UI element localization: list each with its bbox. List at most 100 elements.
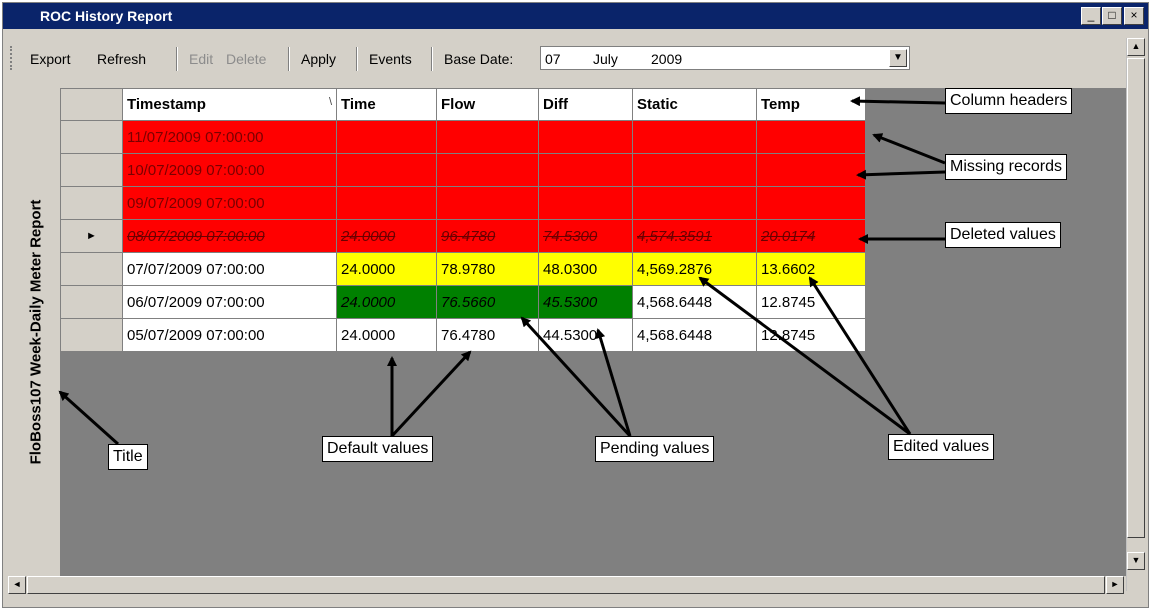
events-button[interactable]: Events xyxy=(369,51,412,67)
base-date-month: July xyxy=(593,51,618,67)
column-header-static[interactable]: Static xyxy=(632,88,757,121)
cell-static[interactable] xyxy=(632,120,757,154)
callout-title: Title xyxy=(108,444,148,470)
toolbar: Export Refresh Edit Delete Apply Events … xyxy=(8,40,1118,74)
row-header[interactable] xyxy=(60,252,123,286)
row-header-corner[interactable] xyxy=(60,88,123,121)
edit-button[interactable]: Edit xyxy=(189,51,213,67)
column-header-timestamp[interactable]: Timestamp \ xyxy=(122,88,337,121)
cell-timestamp[interactable]: 10/07/2009 07:00:00 xyxy=(122,153,337,187)
cell-diff[interactable] xyxy=(538,186,633,220)
cell-time[interactable]: 24.0000 xyxy=(336,252,437,286)
row-header[interactable] xyxy=(60,186,123,220)
cell-temp[interactable] xyxy=(756,186,866,220)
column-header-time[interactable]: Time xyxy=(336,88,437,121)
cell-timestamp[interactable]: 11/07/2009 07:00:00 xyxy=(122,120,337,154)
cell-flow[interactable]: 76.5660 xyxy=(436,285,539,319)
cell-diff[interactable]: 44.5300 xyxy=(538,318,633,352)
sort-icon: \ xyxy=(328,96,332,108)
cell-time[interactable]: 24.0000 xyxy=(336,219,437,253)
header-row: Timestamp \ Time Flow Diff Static Temp xyxy=(60,88,866,121)
cell-time[interactable] xyxy=(336,120,437,154)
base-date-label: Base Date: xyxy=(444,51,514,67)
horizontal-scroll-thumb[interactable] xyxy=(27,576,1105,594)
base-date-picker[interactable]: 07 July 2009 ▼ xyxy=(540,46,910,70)
table-row[interactable]: 05/07/2009 07:00:00 24.0000 76.4780 44.5… xyxy=(60,318,866,352)
cell-static[interactable]: 4,568.6448 xyxy=(632,318,757,352)
cell-time[interactable]: 24.0000 xyxy=(336,285,437,319)
cell-diff[interactable] xyxy=(538,120,633,154)
cell-static[interactable]: 4,569.2876 xyxy=(632,252,757,286)
cell-diff[interactable] xyxy=(538,153,633,187)
callout-edited-values: Edited values xyxy=(888,434,995,460)
column-header-label: Timestamp xyxy=(127,96,206,113)
row-header[interactable] xyxy=(60,153,123,187)
report-title: FloBoss107 Week-Daily Meter Report xyxy=(27,199,45,465)
cell-temp[interactable]: 13.6602 xyxy=(756,252,866,286)
cell-time[interactable]: 24.0000 xyxy=(336,318,437,352)
row-header[interactable] xyxy=(60,318,123,352)
scroll-right-icon[interactable]: ► xyxy=(1106,576,1124,594)
refresh-button[interactable]: Refresh xyxy=(97,51,146,67)
row-header[interactable]: ► xyxy=(60,219,123,253)
callout-default-values: Default values xyxy=(322,436,434,462)
base-date-day: 07 xyxy=(545,51,561,67)
scroll-left-icon[interactable]: ◄ xyxy=(8,576,26,594)
chevron-down-icon[interactable]: ▼ xyxy=(889,49,907,67)
column-header-diff[interactable]: Diff xyxy=(538,88,633,121)
cell-flow[interactable]: 96.4780 xyxy=(436,219,539,253)
callout-deleted-values: Deleted values xyxy=(945,222,1061,248)
cell-flow[interactable]: 78.9780 xyxy=(436,252,539,286)
column-header-flow[interactable]: Flow xyxy=(436,88,539,121)
cell-time[interactable] xyxy=(336,153,437,187)
callout-pending-values: Pending values xyxy=(595,436,715,462)
row-header[interactable] xyxy=(60,120,123,154)
cell-temp[interactable]: 12.8745 xyxy=(756,318,866,352)
table-row[interactable]: 06/07/2009 07:00:00 24.0000 76.5660 45.5… xyxy=(60,285,866,319)
table-row[interactable]: 09/07/2009 07:00:00 xyxy=(60,186,866,220)
scroll-down-icon[interactable]: ▼ xyxy=(1127,552,1145,570)
cell-temp[interactable] xyxy=(756,153,866,187)
apply-button[interactable]: Apply xyxy=(301,51,336,67)
cell-flow[interactable] xyxy=(436,186,539,220)
column-header-temp[interactable]: Temp xyxy=(756,88,866,121)
cell-timestamp[interactable]: 05/07/2009 07:00:00 xyxy=(122,318,337,352)
cell-static[interactable]: 4,568.6448 xyxy=(632,285,757,319)
cell-timestamp[interactable]: 09/07/2009 07:00:00 xyxy=(122,186,337,220)
cell-static[interactable] xyxy=(632,186,757,220)
toolbar-grip[interactable] xyxy=(10,46,14,70)
cell-temp[interactable] xyxy=(756,120,866,154)
vertical-scrollbar[interactable]: ▲ ▼ xyxy=(1126,38,1145,591)
delete-button[interactable]: Delete xyxy=(226,51,266,67)
cell-flow[interactable] xyxy=(436,153,539,187)
row-header[interactable] xyxy=(60,285,123,319)
cell-flow[interactable]: 76.4780 xyxy=(436,318,539,352)
horizontal-scrollbar[interactable]: ◄ ► xyxy=(8,576,1126,594)
base-date-year: 2009 xyxy=(651,51,683,67)
cell-static[interactable] xyxy=(632,153,757,187)
cell-diff[interactable]: 74.5300 xyxy=(538,219,633,253)
scroll-up-icon[interactable]: ▲ xyxy=(1127,38,1145,56)
close-button[interactable]: × xyxy=(1124,7,1144,25)
cell-timestamp[interactable]: 08/07/2009 07:00:00 xyxy=(122,219,337,253)
cell-temp[interactable]: 12.8745 xyxy=(756,285,866,319)
minimize-button[interactable]: _ xyxy=(1081,7,1101,25)
maximize-button[interactable]: □ xyxy=(1102,7,1122,25)
table-row[interactable]: ► 08/07/2009 07:00:00 24.0000 96.4780 74… xyxy=(60,219,866,253)
title-bar[interactable]: ROC History Report _ □ × xyxy=(3,3,1148,29)
vertical-scroll-thumb[interactable] xyxy=(1127,58,1145,538)
table-row[interactable]: 10/07/2009 07:00:00 xyxy=(60,153,866,187)
cell-flow[interactable] xyxy=(436,120,539,154)
export-button[interactable]: Export xyxy=(30,51,70,67)
callout-missing-records: Missing records xyxy=(945,154,1068,180)
cell-temp[interactable]: 20.0174 xyxy=(756,219,866,253)
table-row[interactable]: 07/07/2009 07:00:00 24.0000 78.9780 48.0… xyxy=(60,252,866,286)
cell-time[interactable] xyxy=(336,186,437,220)
cell-timestamp[interactable]: 06/07/2009 07:00:00 xyxy=(122,285,337,319)
cell-static[interactable]: 4,574.3591 xyxy=(632,219,757,253)
cell-diff[interactable]: 45.5300 xyxy=(538,285,633,319)
table-row[interactable]: 11/07/2009 07:00:00 xyxy=(60,120,866,154)
cell-diff[interactable]: 48.0300 xyxy=(538,252,633,286)
cell-timestamp[interactable]: 07/07/2009 07:00:00 xyxy=(122,252,337,286)
toolbar-separator xyxy=(288,47,290,71)
